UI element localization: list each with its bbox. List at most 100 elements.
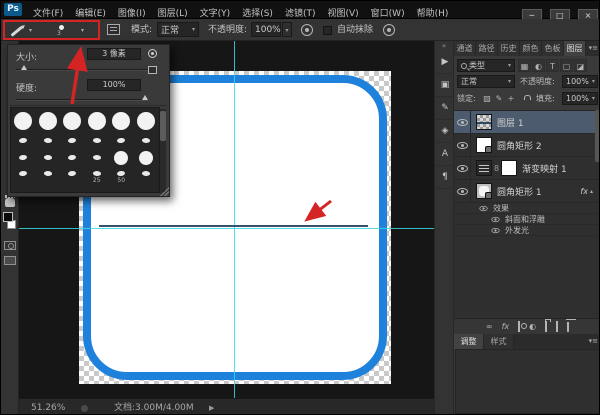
scrollbar-thumb[interactable] xyxy=(160,111,166,141)
layer-row-body[interactable]: 8渐变映射 1 xyxy=(471,157,600,179)
brush-preset[interactable] xyxy=(109,133,134,147)
brush-preset[interactable] xyxy=(85,108,110,133)
brush-preset[interactable] xyxy=(134,108,159,133)
layer-visibility-toggle[interactable] xyxy=(454,180,471,202)
brush-preset[interactable]: 25 xyxy=(85,168,110,192)
scrollbar-thumb[interactable] xyxy=(595,110,600,162)
layer-thumbnail[interactable] xyxy=(476,183,492,199)
effect-row[interactable]: 外发光 xyxy=(454,225,600,236)
brush-preset[interactable] xyxy=(60,133,85,147)
layer-thumbnail[interactable] xyxy=(476,114,492,130)
brush-size-value[interactable]: 3 像素 xyxy=(87,48,141,60)
vertical-guide[interactable] xyxy=(234,41,235,398)
brush-preset[interactable] xyxy=(11,133,36,147)
bottom-panel-tab-0[interactable]: 调整 xyxy=(454,334,484,349)
brush-preset[interactable] xyxy=(134,147,159,168)
layer-row-body[interactable]: 图层 1 xyxy=(471,111,600,133)
layer-row-body[interactable]: 圆角矩形 1fx▴ xyxy=(471,180,600,202)
panel-tab-2[interactable]: 历史 xyxy=(498,41,520,56)
clone-source-panel-icon[interactable]: ▣ xyxy=(435,74,455,97)
layer-row[interactable]: 8渐变映射 1 xyxy=(454,157,600,180)
brush-preset[interactable] xyxy=(36,168,61,192)
scrollbar[interactable] xyxy=(160,109,166,193)
paragraph-panel-icon[interactable]: ¶ xyxy=(435,166,455,189)
effect-row[interactable]: 斜面和浮雕 xyxy=(454,214,600,225)
panel-tab-5[interactable]: 图层 xyxy=(564,41,586,56)
new-preset-icon[interactable] xyxy=(148,66,157,74)
new-adjustment-layer-icon[interactable]: ◐ xyxy=(529,320,536,334)
panel-menu-icon[interactable]: ▾≡ xyxy=(589,334,600,349)
expand-panels-icon[interactable]: » xyxy=(435,41,453,51)
layer-visibility-toggle[interactable] xyxy=(454,111,471,133)
gear-icon[interactable] xyxy=(148,49,157,58)
filter-type-layers-icon[interactable]: T xyxy=(546,59,559,72)
collapse-effects-icon[interactable]: ▴ xyxy=(590,188,600,195)
panel-menu-icon[interactable]: ▾≡ xyxy=(589,41,600,56)
adjustment-layer-icon[interactable] xyxy=(476,160,492,176)
panel-tab-3[interactable]: 颜色 xyxy=(520,41,542,56)
filter-adjustment-layers-icon[interactable]: ◐ xyxy=(532,59,545,72)
brush-preset[interactable] xyxy=(11,147,36,168)
resize-grip[interactable] xyxy=(160,187,169,196)
airbrush-icon[interactable] xyxy=(383,24,395,36)
brush-preset[interactable] xyxy=(60,168,85,192)
horizontal-guide[interactable] xyxy=(19,228,434,229)
layer-row[interactable]: 圆角矩形 2 xyxy=(454,134,600,157)
delete-layer-icon[interactable] xyxy=(567,320,569,334)
layer-thumbnail[interactable] xyxy=(476,137,492,153)
layer-visibility-toggle[interactable] xyxy=(454,134,471,156)
effects-header-row[interactable]: 效果 xyxy=(454,203,600,214)
add-layer-mask-icon[interactable] xyxy=(518,320,520,334)
lock-transparency-icon[interactable]: ▨ xyxy=(481,92,493,105)
bottom-panel-tab-1[interactable]: 样式 xyxy=(484,334,514,349)
layer-style-icon[interactable]: fx xyxy=(502,320,510,334)
opacity-dropdown-arrow[interactable]: ▾ xyxy=(282,22,292,37)
size-slider-thumb[interactable] xyxy=(21,65,27,70)
status-menu-arrow-icon[interactable]: ▶ xyxy=(209,399,214,415)
brush-preset[interactable] xyxy=(36,147,61,168)
actions-panel-icon[interactable]: ▶ xyxy=(435,51,455,74)
brush-preset[interactable] xyxy=(109,108,134,133)
screen-mode-icon[interactable] xyxy=(4,256,16,265)
filter-smart-objects-icon[interactable]: ◪ xyxy=(574,59,587,72)
hardness-slider-thumb[interactable] xyxy=(142,95,148,100)
hand-tool-icon[interactable] xyxy=(5,198,15,207)
brush-preset[interactable] xyxy=(36,133,61,147)
zoom-level[interactable]: 51.26% xyxy=(31,399,65,415)
brush-preset[interactable] xyxy=(85,147,110,168)
new-layer-icon[interactable] xyxy=(556,320,558,334)
auto-erase-checkbox[interactable] xyxy=(323,26,332,35)
blend-mode-dropdown[interactable]: 正常 ▾ xyxy=(457,75,515,88)
panel-tab-0[interactable]: 通道 xyxy=(454,41,476,56)
brush-preset[interactable] xyxy=(85,133,110,147)
brush-preset[interactable] xyxy=(11,168,36,192)
brush-preset[interactable] xyxy=(109,147,134,168)
brush-preset[interactable] xyxy=(60,147,85,168)
lock-position-icon[interactable]: + xyxy=(505,92,517,105)
layer-row[interactable]: 图层 1 xyxy=(454,111,600,134)
toggle-brush-panel-icon[interactable] xyxy=(107,24,120,35)
panel-tab-1[interactable]: 路径 xyxy=(476,41,498,56)
hardness-value[interactable]: 100% xyxy=(87,79,141,91)
layer-row-body[interactable]: 圆角矩形 2 xyxy=(471,134,600,156)
mode-dropdown[interactable]: 正常 ▾ xyxy=(157,22,199,37)
layer-mask-thumbnail[interactable] xyxy=(501,160,517,176)
layers-opacity-well[interactable]: 100% ▾ xyxy=(562,75,598,88)
brush-preset[interactable] xyxy=(60,108,85,133)
filter-shape-layers-icon[interactable]: ▢ xyxy=(560,59,573,72)
layer-visibility-toggle[interactable] xyxy=(454,157,471,179)
link-layers-icon[interactable]: ∞ xyxy=(486,320,493,334)
fill-value-well[interactable]: 100% ▾ xyxy=(562,92,598,105)
quick-mask-icon[interactable] xyxy=(4,241,16,250)
brush-preset[interactable]: 50 xyxy=(109,168,134,192)
pressure-opacity-icon[interactable] xyxy=(301,24,313,36)
new-group-icon[interactable] xyxy=(545,320,547,334)
layer-filter-dropdown[interactable]: 类型 ▾ xyxy=(457,59,515,72)
panel-tab-4[interactable]: 色板 xyxy=(542,41,564,56)
brush-preset[interactable] xyxy=(11,108,36,133)
foreground-color-swatch[interactable] xyxy=(3,212,13,222)
filter-pixel-layers-icon[interactable]: ▦ xyxy=(518,59,531,72)
lock-pixels-icon[interactable]: ✎ xyxy=(493,92,505,105)
brush-preset[interactable] xyxy=(134,133,159,147)
brush-preset[interactable] xyxy=(134,168,159,192)
